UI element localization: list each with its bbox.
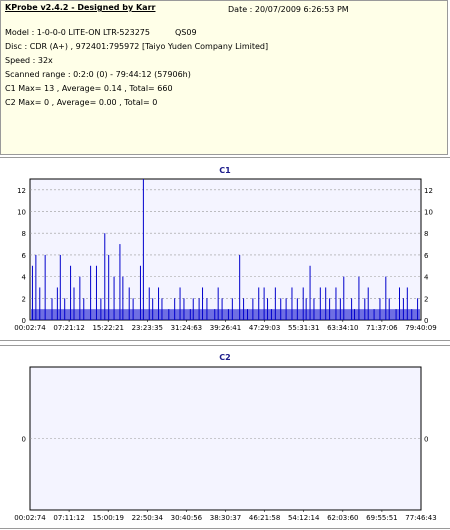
y-tick-label-right: 0 <box>424 436 428 444</box>
x-tick-label: 63:34:10 <box>327 324 358 332</box>
y-tick-label-left: 12 <box>17 187 26 195</box>
c1-chart: 0 02 24 46 68 810 1012 1200:02:74 07:21:12 15:22:… <box>14 178 437 332</box>
x-tick-label: 00:02:74 <box>14 324 46 332</box>
y-tick-label-left: 8 <box>22 230 26 238</box>
drive-firmware: QS09 <box>175 28 197 37</box>
scan-date: Date : 20/07/2009 6:26:53 PM <box>228 5 349 14</box>
y-tick-label-right: 8 <box>424 230 428 238</box>
x-tick-label: 55:31:31 <box>288 324 319 332</box>
x-tick-label: 15:22:21 <box>92 324 123 332</box>
c1-stats: C1 Max= 13 , Average= 0.14 , Total= 660 <box>5 84 173 93</box>
y-tick-label-right: 10 <box>424 209 433 217</box>
c1-chart-panel: C1 0 0 2 2 4 4 6 6 8 8 10 10 12 12 00:02:74 07:21:12 15:… <box>0 157 450 341</box>
c1-baseline-noise <box>31 309 420 320</box>
y-tick-label-right: 12 <box>424 187 433 195</box>
x-tick-label: 07:11:12 <box>53 514 84 522</box>
y-tick-label-left: 4 <box>22 274 27 282</box>
x-tick-label: 54:12:14 <box>288 514 320 522</box>
y-tick-label-left: 10 <box>17 209 26 217</box>
x-tick-label: 07:21:12 <box>53 324 84 332</box>
scanned-range: Scanned range : 0:2:0 (0) - 79:44:12 (57… <box>5 70 191 79</box>
x-tick-label: 71:37:06 <box>366 324 398 332</box>
x-tick-label: 62:03:60 <box>327 514 358 522</box>
c2-chart-panel: C2 0 0 00:02:74 07:11:12 15:00:19 22:50:34 30:… <box>0 345 450 529</box>
x-tick-label: 47:29:03 <box>249 324 280 332</box>
disc-info: Disc : CDR (A+) , 972401:795972 [Taiyo Y… <box>5 42 269 51</box>
scan-speed: Speed : 32x <box>5 56 53 65</box>
y-tick-label-left: 0 <box>22 436 26 444</box>
y-tick-label-right: 2 <box>424 295 428 303</box>
c2-stats: C2 Max= 0 , Average= 0.00 , Total= 0 <box>5 98 158 107</box>
info-panel: KProbe v2.4.2 - Designed by Karr Date : … <box>0 0 448 155</box>
app-title: KProbe v2.4.2 - Designed by Karr <box>5 3 156 12</box>
x-tick-label: 22:50:34 <box>132 514 164 522</box>
plot-area <box>29 178 422 321</box>
y-tick-label-left: 2 <box>22 295 26 303</box>
y-tick-label-left: 6 <box>22 252 27 260</box>
x-tick-label: 79:40:09 <box>405 324 436 332</box>
y-tick-label-right: 4 <box>424 274 429 282</box>
c2-chart: 0 0 00:02:74 07:11:12 15:00:19 22:50:34 30:40:… <box>14 366 437 522</box>
x-tick-label: 15:00:19 <box>92 514 123 522</box>
x-tick-label: 30:40:56 <box>171 514 203 522</box>
x-tick-label: 69:55:51 <box>366 514 397 522</box>
x-tick-label: 31:24:63 <box>171 324 202 332</box>
x-tick-label: 00:02:74 <box>14 514 46 522</box>
y-tick-label-right: 6 <box>424 252 429 260</box>
x-tick-label: 38:30:37 <box>210 514 241 522</box>
x-tick-label: 23:23:35 <box>132 324 163 332</box>
drive-model: Model : 1-0-0-0 LITE-ON LTR-523275 <box>5 28 150 37</box>
x-tick-label: 46:21:58 <box>249 514 280 522</box>
x-tick-label: 77:46:43 <box>405 514 436 522</box>
x-tick-label: 39:26:41 <box>210 324 241 332</box>
